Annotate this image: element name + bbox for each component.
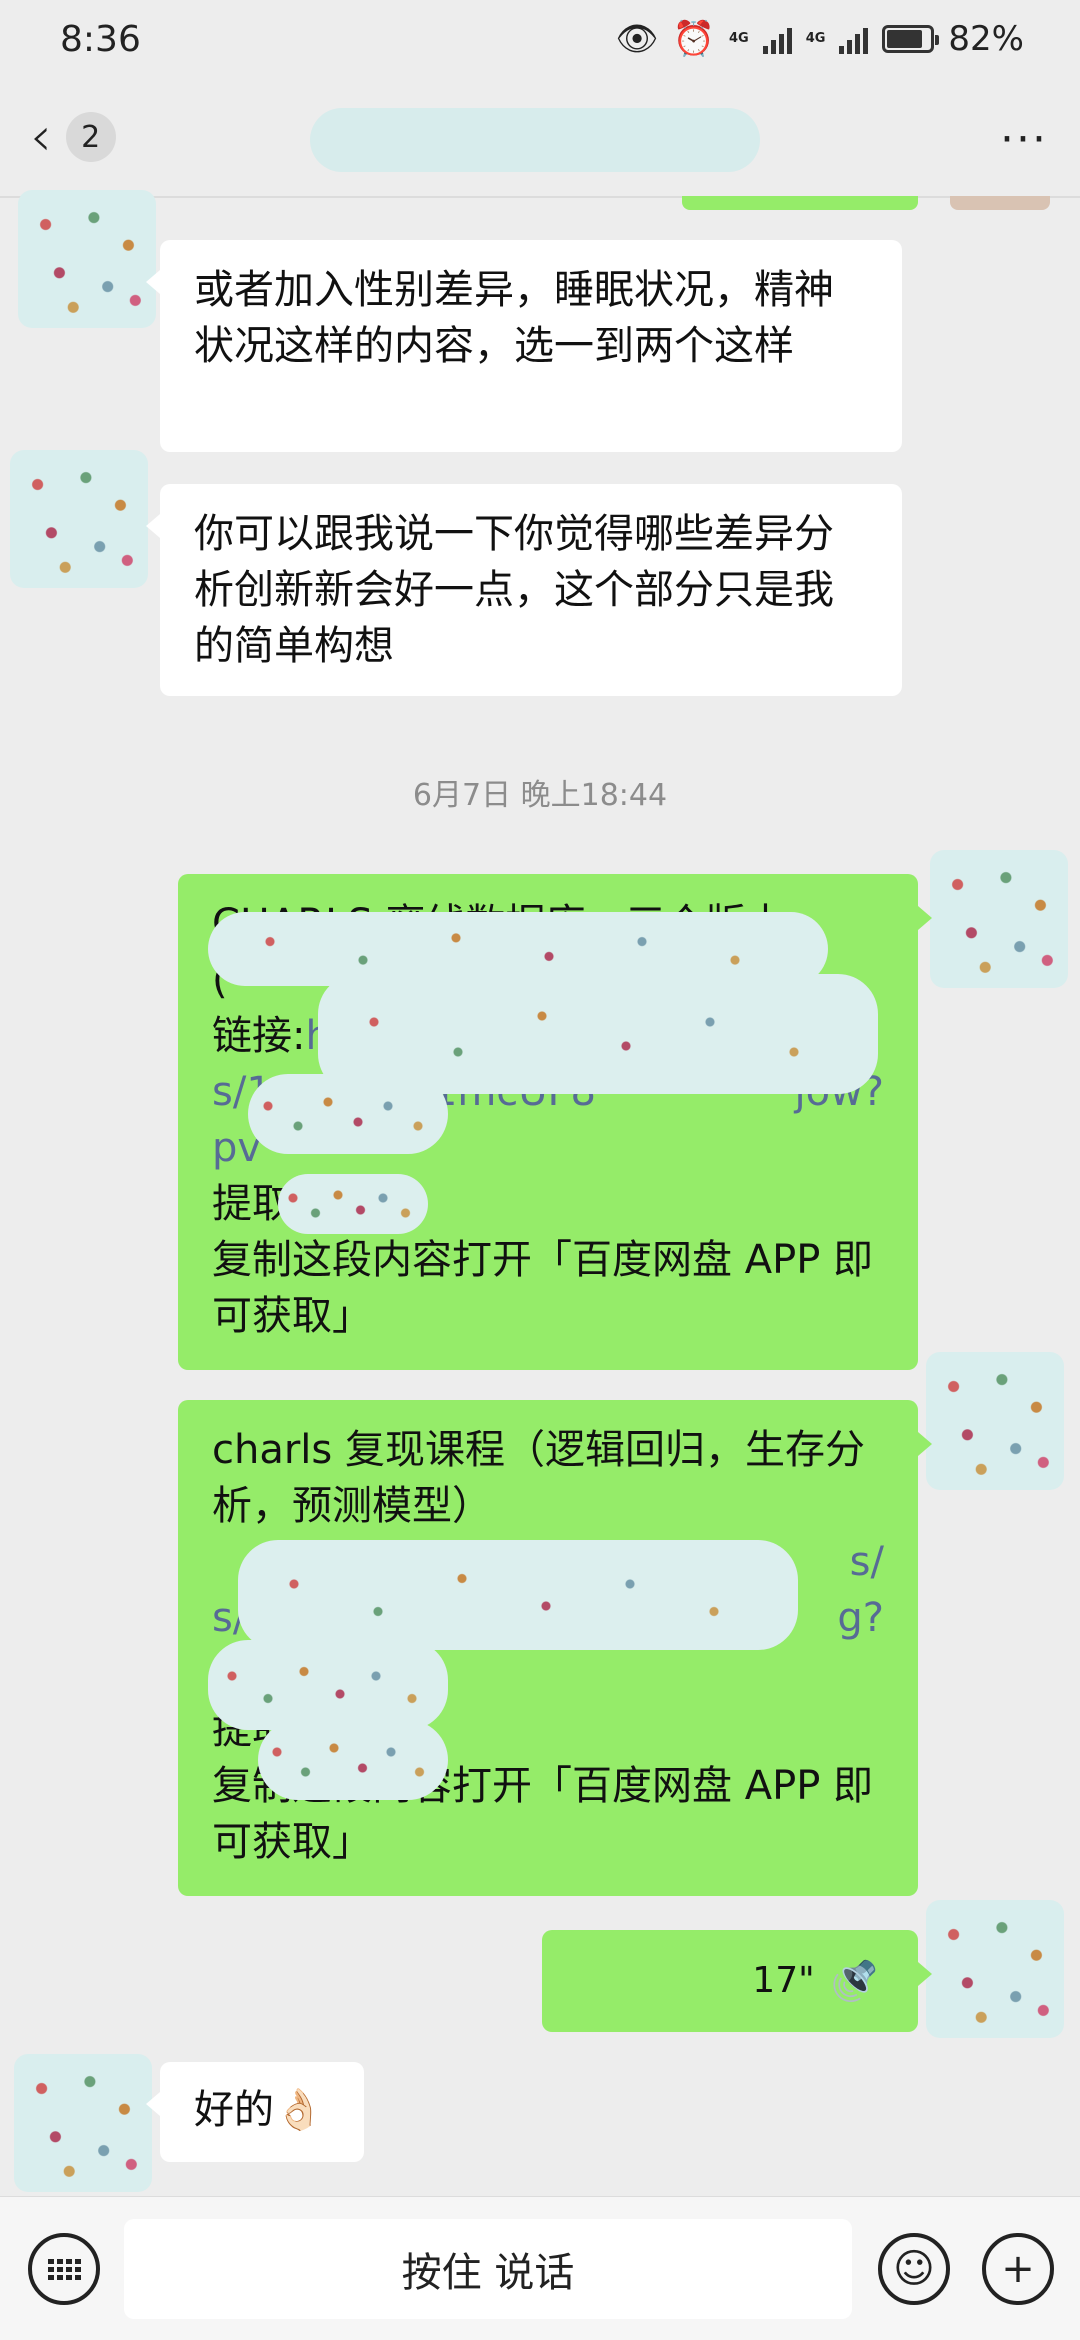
self-avatar[interactable]: [930, 850, 1068, 988]
message-text: 或者加入性别差异，睡眠状况，精神状况这样的内容，选一到两个这样: [194, 267, 834, 369]
message-bubble-incoming[interactable]: 或者加入性别差异，睡眠状况，精神状况这样的内容，选一到两个这样: [146, 240, 902, 452]
copy-instructions: 复制这段内容打开「百度网盘 APP 即可获取」: [212, 1237, 874, 1339]
voice-duration: 17": [752, 1960, 815, 2001]
chevron-left-icon: ‹: [30, 105, 52, 168]
message-bubble-incoming[interactable]: 你可以跟我说一下你觉得哪些差异分析创新新会好一点，这个部分只是我的简单构想: [146, 484, 902, 696]
unread-count-badge: 2: [65, 112, 116, 162]
nav-divider: [0, 196, 1080, 198]
eye-icon: 👁: [615, 19, 659, 59]
voice-message-bubble[interactable]: 17" 🔊: [542, 1930, 932, 2032]
redaction-mask: [278, 1174, 428, 1234]
message-bubble-outgoing[interactable]: charls 复现课程（逻辑回归，生存分析，预测模型） s/ s/1ug? r …: [178, 1400, 932, 1896]
message-timestamp: 6月7日 晚上18:44: [412, 778, 668, 813]
keyboard-icon[interactable]: [28, 2233, 100, 2305]
back-button[interactable]: ‹ 2: [30, 110, 116, 164]
message-bubble-outgoing[interactable]: CHARLS 离线数据库，三个版本 ( 链接:htt s/1 23Vsey1mc…: [178, 874, 932, 1370]
keyboard-keys: [47, 2258, 81, 2280]
plus-icon[interactable]: +: [982, 2233, 1054, 2305]
status-time: 8:36: [60, 18, 141, 60]
battery-percent: 82%: [948, 19, 1024, 59]
message-line: charls 复现课程（逻辑回归，生存分析，预测模型）: [212, 1427, 865, 1529]
status-bar: 8:36 👁 ⏰ 4G 4G 82%: [0, 0, 1080, 78]
partial-avatar: [950, 196, 1050, 210]
signal-icon: [762, 24, 792, 54]
message-text: 好的👌🏻: [194, 2087, 324, 2133]
self-avatar[interactable]: [926, 1352, 1064, 1490]
battery-icon: [882, 25, 940, 53]
voice-wave-icon: 🔊: [830, 1959, 878, 2003]
network-badge-2: 4G: [805, 31, 826, 46]
redaction-mask: [258, 1720, 448, 1800]
self-avatar[interactable]: [926, 1900, 1064, 2038]
chat-title-redacted: [310, 108, 760, 172]
contact-avatar[interactable]: [18, 190, 156, 328]
network-badge-1: 4G: [728, 31, 749, 46]
contact-avatar[interactable]: [10, 450, 148, 588]
voice-message-content: 17" 🔊: [582, 1930, 878, 2032]
redaction-mask: [248, 1074, 448, 1154]
battery-fill: [887, 30, 922, 48]
signal-icon-2: [839, 24, 869, 54]
message-bubble-incoming[interactable]: 好的👌🏻: [146, 2062, 364, 2162]
redaction-mask: [208, 1640, 448, 1730]
nav-bar: ‹ 2 ···: [0, 78, 1080, 196]
share-link-part: g?: [837, 1595, 884, 1641]
partial-bubble: [682, 196, 918, 210]
emoji-icon[interactable]: ☺: [878, 2233, 950, 2305]
contact-avatar[interactable]: [14, 2054, 152, 2192]
more-options-button[interactable]: ···: [1000, 114, 1048, 165]
input-bar: 按住 说话 ☺ +: [0, 2196, 1080, 2340]
link-prefix: 链接:: [212, 1013, 306, 1059]
alarm-icon: ⏰: [672, 19, 715, 59]
message-text: 你可以跟我说一下你觉得哪些差异分析创新新会好一点，这个部分只是我的简单构想: [194, 511, 834, 669]
hold-to-talk-button[interactable]: 按住 说话: [124, 2219, 852, 2319]
status-icons: 👁 ⏰ 4G 4G 82%: [615, 19, 1024, 59]
redaction-mask: [238, 1540, 798, 1650]
